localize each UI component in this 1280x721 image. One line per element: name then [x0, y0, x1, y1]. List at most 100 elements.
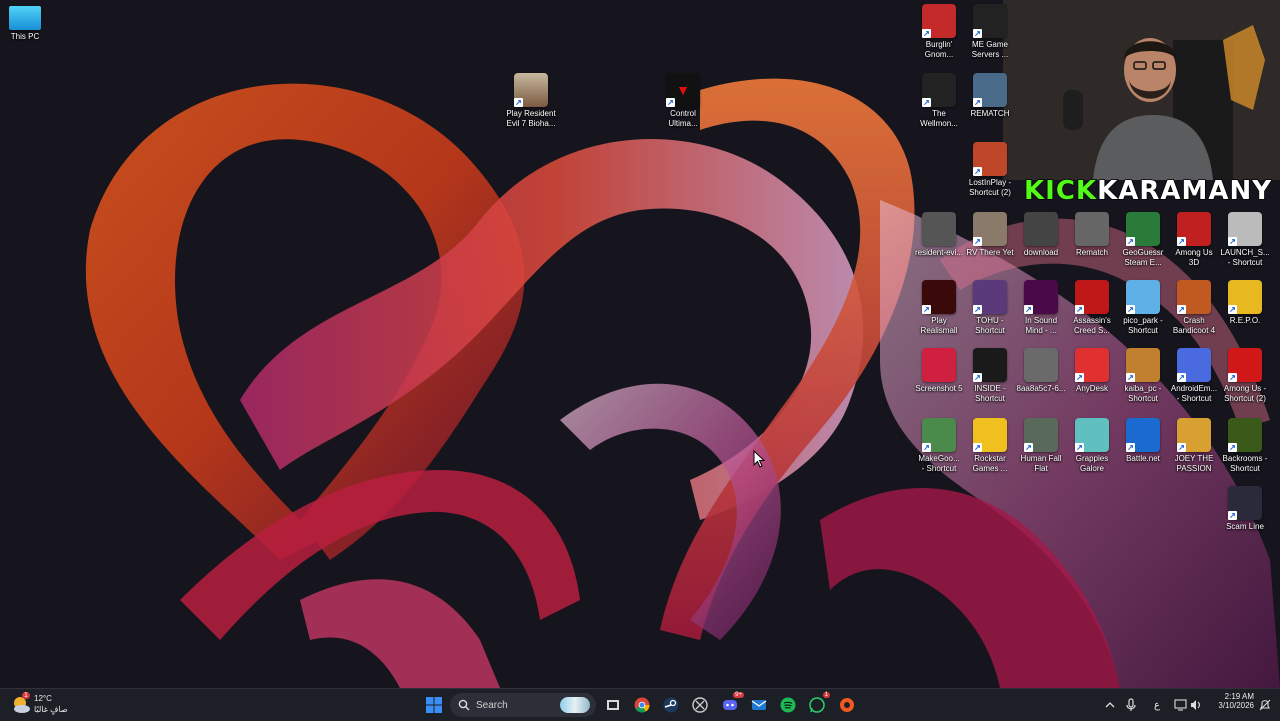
screenshot-file[interactable]: Screenshot 5: [911, 348, 967, 394]
rv-there-yet-shortcut[interactable]: ↗ RV There Yet: [962, 212, 1018, 258]
steam-taskbar-button[interactable]: [659, 693, 683, 717]
shortcut-arrow-icon: ↗: [1228, 305, 1237, 314]
among-us-2-icon: ↗: [1228, 348, 1262, 382]
icon-label: GeoGuessr Steam E...: [1122, 248, 1164, 267]
among-us-2-shortcut[interactable]: ↗ Among Us - Shortcut (2): [1217, 348, 1273, 404]
launch-icon: ↗: [1228, 212, 1262, 246]
icon-label: Rockstar Games ...: [972, 454, 1008, 473]
image-file[interactable]: 8aa8a5c7-6...: [1013, 348, 1069, 394]
icon-label: Screenshot 5: [915, 384, 963, 393]
icon-label: Grapples Galore: [1075, 454, 1109, 473]
origin-taskbar-button[interactable]: [835, 693, 859, 717]
shortcut-arrow-icon: ↗: [1024, 305, 1033, 314]
this-pc-icon[interactable]: This PC: [0, 6, 53, 42]
inside-shortcut[interactable]: ↗ INSIDE - Shortcut: [962, 348, 1018, 404]
rematch-icon: [1075, 212, 1109, 246]
anydesk-shortcut[interactable]: ↗ AnyDesk: [1064, 348, 1120, 394]
task-view-button[interactable]: [601, 693, 625, 717]
kaiba-pc-shortcut[interactable]: ↗ kaiba_pc - Shortcut: [1115, 348, 1171, 404]
shortcut-arrow-icon: ↗: [1126, 305, 1135, 314]
steam-icon: [663, 697, 679, 713]
tohu-icon: ↗: [973, 280, 1007, 314]
human-fall-flat-icon: ↗: [1024, 418, 1058, 452]
human-fall-flat-shortcut[interactable]: ↗ Human Fall Flat: [1013, 418, 1069, 474]
icon-label: Scam Line: [1226, 522, 1264, 531]
language-indicator[interactable]: ع: [1145, 693, 1169, 717]
clock[interactable]: 2:19 AM 3/10/2026: [1210, 692, 1254, 710]
shortcut-arrow-icon: ↗: [973, 373, 982, 382]
discord-taskbar-button[interactable]: 9+: [718, 692, 744, 717]
weather-widget[interactable]: 1 12°C صافٍ غالبًا: [8, 692, 78, 718]
battlenet-shortcut[interactable]: ↗ Battle.net: [1115, 418, 1171, 464]
pico-park-shortcut[interactable]: ↗ pico_park - Shortcut: [1115, 280, 1171, 336]
launch-shortcut[interactable]: ↗ LAUNCH_S... - Shortcut: [1217, 212, 1273, 268]
whatsapp-taskbar-button[interactable]: 1: [805, 692, 830, 717]
the-wellmon-shortcut[interactable]: ↗ The Wellmon...: [911, 73, 967, 129]
android-emu-shortcut[interactable]: ↗ AndroidEm... - Shortcut: [1166, 348, 1222, 404]
whatsapp-icon: [809, 697, 825, 713]
geoguessr-icon: ↗: [1126, 212, 1160, 246]
microphone-button[interactable]: [1119, 693, 1143, 717]
shortcut-arrow-icon: ↗: [973, 98, 982, 107]
notifications-button[interactable]: [1253, 693, 1277, 717]
taskbar-search[interactable]: Search: [450, 693, 596, 717]
tohu-shortcut[interactable]: ↗ TOHU - Shortcut: [962, 280, 1018, 336]
xbox-icon: [692, 697, 708, 713]
icon-label: kaiba_pc - Shortcut: [1124, 384, 1162, 403]
xbox-taskbar-button[interactable]: [688, 693, 712, 717]
shortcut-arrow-icon: ↗: [1228, 373, 1237, 382]
assassins-creed-shortcut[interactable]: ↗ Assassin's Creed S...: [1064, 280, 1120, 336]
grapples-galore-shortcut[interactable]: ↗ Grapples Galore: [1064, 418, 1120, 474]
crash-bandicoot-shortcut[interactable]: ↗ Crash Bandicoot 4: [1166, 280, 1222, 336]
spotify-icon: [780, 697, 796, 713]
network-volume-button[interactable]: [1172, 693, 1206, 717]
icon-label: MakeGoo... - Shortcut: [918, 454, 960, 473]
rockstar-games-shortcut[interactable]: ↗ Rockstar Games ...: [962, 418, 1018, 474]
joey-passion-shortcut[interactable]: ↗ JOEY THE PASSION: [1166, 418, 1222, 474]
taskbar: 1 12°C صافٍ غالبًا Search 9+ 1 ع 2:19 AM…: [0, 688, 1280, 721]
icon-label: Play Resident Evil 7 Bioha...: [506, 109, 556, 128]
backrooms-icon: ↗: [1228, 418, 1262, 452]
icon-label: Control Ultima...: [668, 109, 698, 128]
scam-line-shortcut[interactable]: ↗ Scam Line: [1217, 486, 1273, 532]
start-button[interactable]: [422, 693, 446, 717]
the-wellmon-icon: ↗: [922, 73, 956, 107]
control-ultimate-shortcut[interactable]: ▼ ↗ Control Ultima...: [655, 73, 711, 129]
anydesk-icon: ↗: [1075, 348, 1109, 382]
among-us-3d-shortcut[interactable]: ↗ Among Us 3D: [1166, 212, 1222, 268]
screenshot-icon: [922, 348, 956, 382]
shortcut-arrow-icon: ↗: [1075, 373, 1084, 382]
shortcut-arrow-icon: ↗: [1177, 373, 1186, 382]
makegoo-icon: ↗: [922, 418, 956, 452]
rematch-file[interactable]: Rematch: [1064, 212, 1120, 258]
chrome-taskbar-button[interactable]: [630, 693, 654, 717]
outlook-taskbar-button[interactable]: [747, 693, 771, 717]
weather-badge: 1: [22, 692, 30, 699]
spotify-taskbar-button[interactable]: [776, 693, 800, 717]
kaiba-pc-icon: ↗: [1126, 348, 1160, 382]
shortcut-arrow-icon: ↗: [1075, 305, 1084, 314]
lostinplay-shortcut[interactable]: ↗ LostInPlay - Shortcut (2): [962, 142, 1018, 198]
backrooms-shortcut[interactable]: ↗ Backrooms - Shortcut: [1217, 418, 1273, 474]
download-file[interactable]: download: [1013, 212, 1069, 258]
shortcut-arrow-icon: ↗: [973, 167, 982, 176]
me-game-servers-shortcut[interactable]: ↗ ME Game Servers ...: [962, 4, 1018, 60]
burglin-gnomes-shortcut[interactable]: ↗ Burglin' Gnom...: [911, 4, 967, 60]
resident-evil-7-shortcut[interactable]: ↗ Play Resident Evil 7 Bioha...: [503, 73, 559, 129]
windows-logo-icon: [426, 697, 442, 713]
play-realismall-shortcut[interactable]: ↗ Play Realismall: [911, 280, 967, 336]
channel-name: KARAMANY: [1096, 175, 1273, 207]
icon-label: The Wellmon...: [920, 109, 958, 128]
repo-shortcut[interactable]: ↗ R.E.P.O.: [1217, 280, 1273, 326]
rematch-shortcut[interactable]: ↗ REMATCH: [962, 73, 1018, 119]
shortcut-arrow-icon: ↗: [922, 29, 931, 38]
in-sound-mind-shortcut[interactable]: ↗ In Sound Mind - ...: [1013, 280, 1069, 336]
geoguessr-shortcut[interactable]: ↗ GeoGuessr Steam E...: [1115, 212, 1171, 268]
shortcut-arrow-icon: ↗: [1228, 443, 1237, 452]
chevron-up-icon: [1105, 702, 1115, 708]
shortcut-arrow-icon: ↗: [922, 443, 931, 452]
resident-evil-file[interactable]: resident-evi...: [911, 212, 967, 258]
rockstar-games-icon: ↗: [973, 418, 1007, 452]
makegoo-shortcut[interactable]: ↗ MakeGoo... - Shortcut: [911, 418, 967, 474]
download-icon: [1024, 212, 1058, 246]
